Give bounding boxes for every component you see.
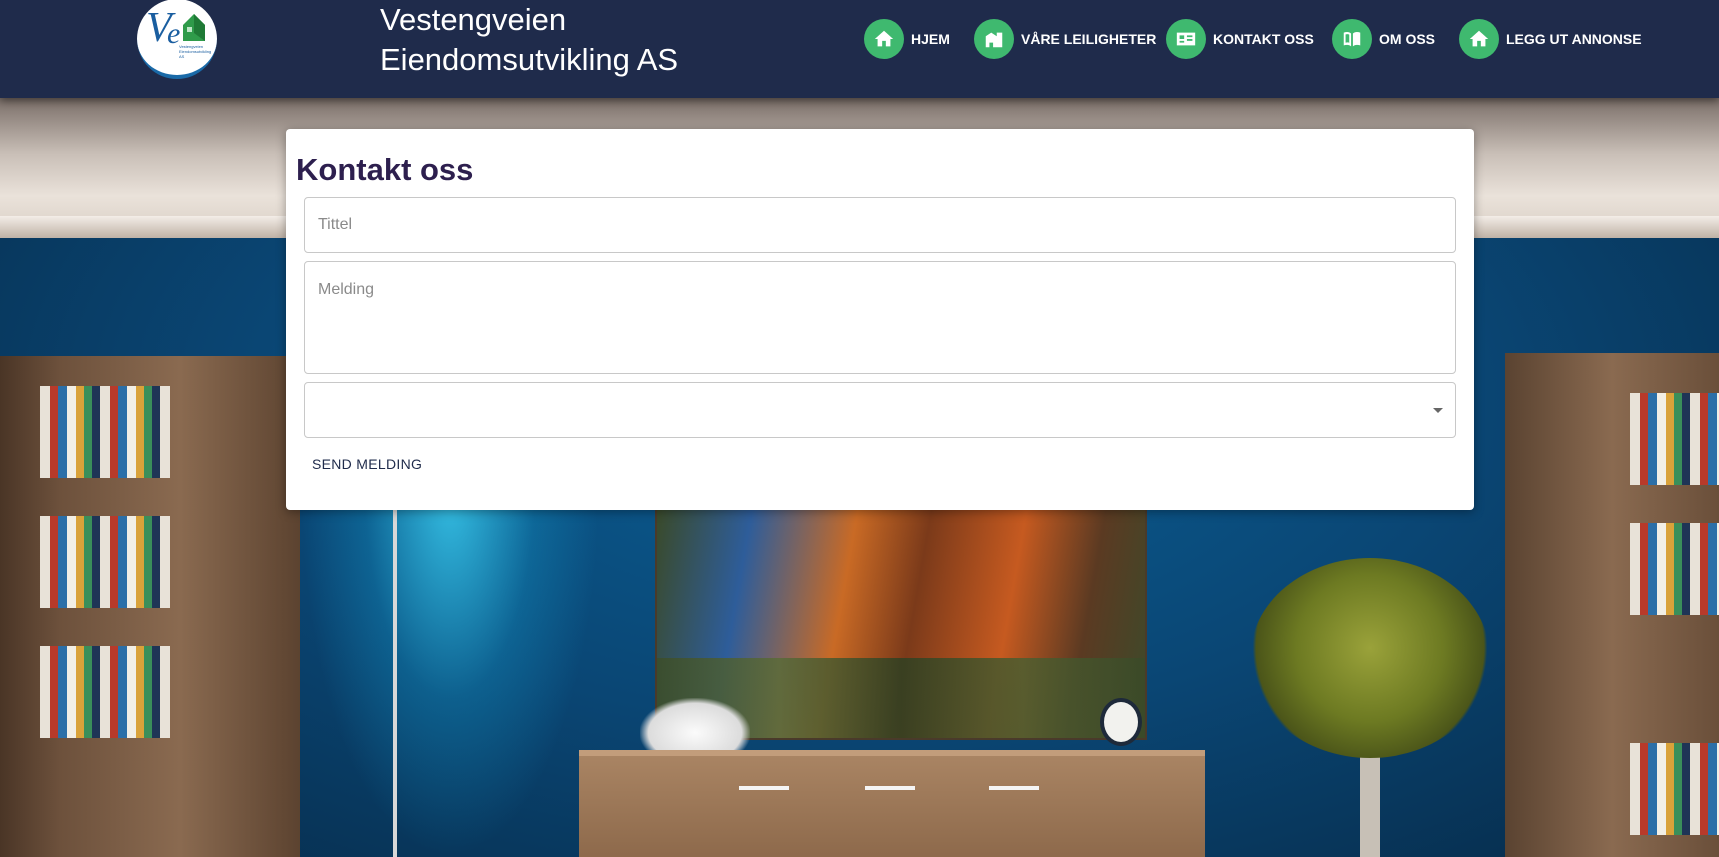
contact-card-icon (1166, 19, 1206, 59)
background-handle (989, 786, 1039, 790)
category-select[interactable] (304, 382, 1456, 438)
nav-item-legg-ut-annonse[interactable]: LEGG UT ANNONSE (1459, 19, 1642, 59)
site-header: V e Vestengveien Eiendomsutvikling AS Ve… (0, 0, 1719, 98)
background-bookshelf-left (0, 356, 300, 857)
background-handle (739, 786, 789, 790)
apartment-building-icon (974, 19, 1014, 59)
background-tree (1250, 558, 1490, 758)
message-textarea[interactable] (304, 261, 1456, 374)
nav-item-kontakt-oss[interactable]: KONTAKT OSS (1166, 19, 1314, 59)
nav-item-label: KONTAKT OSS (1213, 31, 1314, 47)
background-books (40, 646, 170, 738)
logo-house-icon (183, 14, 205, 41)
background-books (1630, 743, 1719, 835)
background-sideboard (579, 750, 1205, 857)
nav-item-label: OM OSS (1379, 31, 1436, 47)
contact-form-card: Kontakt oss SEND MELDING (286, 129, 1474, 510)
site-logo[interactable]: V e Vestengveien Eiendomsutvikling AS (137, 0, 217, 79)
logo-caption: Vestengveien Eiendomsutvikling AS (179, 44, 212, 59)
home-icon (1459, 19, 1499, 59)
background-clock (1100, 698, 1142, 746)
background-books (40, 516, 170, 608)
site-title: Vestengveien Eiendomsutvikling AS (380, 2, 679, 77)
background-books (40, 386, 170, 478)
nav-item-om-oss[interactable]: OM OSS (1332, 19, 1435, 59)
send-message-button[interactable]: SEND MELDING (304, 446, 430, 482)
background-lamp-pole (393, 498, 397, 857)
page-title: Kontakt oss (296, 152, 474, 187)
nav-item-vare-leiligheter[interactable]: VÅRE LEILIGHETER (974, 19, 1156, 59)
nav-item-label: HJEM (911, 31, 950, 47)
background-books (1630, 393, 1719, 485)
background-bookshelf-right (1505, 353, 1719, 857)
background-handle (865, 786, 915, 790)
background-books (1630, 523, 1719, 615)
home-icon (864, 19, 904, 59)
nav-item-label: VÅRE LEILIGHETER (1021, 31, 1157, 47)
background-statue (640, 698, 750, 756)
book-icon (1332, 19, 1372, 59)
nav-item-label: LEGG UT ANNONSE (1506, 31, 1642, 47)
nav-item-hjem[interactable]: HJEM (864, 19, 950, 59)
chevron-down-icon (1433, 408, 1443, 413)
title-input[interactable] (304, 197, 1456, 253)
